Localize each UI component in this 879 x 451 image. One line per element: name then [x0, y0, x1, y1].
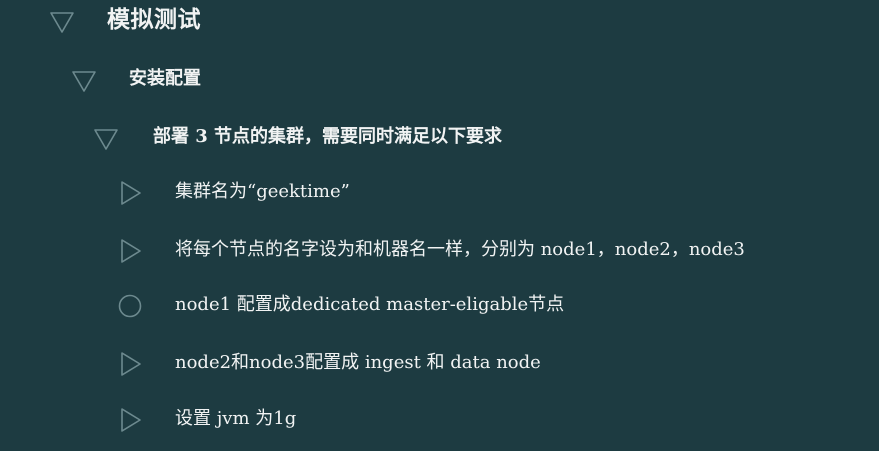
triangle-down-icon[interactable] [48, 8, 76, 36]
circle-icon[interactable] [116, 292, 144, 320]
triangle-right-icon[interactable] [116, 406, 144, 434]
slide-outline: 模拟测试 安装配置 部署 3 节点的集群，需要同时满足以下要求 集群名为“gee… [0, 0, 879, 446]
requirement-text: 将每个节点的名字设为和机器名一样，分别为 node1，node2，node3 [175, 239, 745, 260]
slide-title: 模拟测试 [107, 6, 201, 33]
requirement-text: node2和node3配置成 ingest 和 data node [175, 352, 541, 373]
requirement-text: 集群名为“geektime” [175, 181, 350, 202]
requirement-text: node1 配置成dedicated master-eligable节点 [175, 294, 565, 315]
triangle-right-icon[interactable] [116, 237, 144, 265]
triangle-right-icon[interactable] [116, 350, 144, 378]
subsection-heading: 部署 3 节点的集群，需要同时满足以下要求 [153, 126, 503, 147]
triangle-down-icon[interactable] [92, 125, 120, 153]
triangle-down-icon[interactable] [70, 67, 98, 95]
triangle-right-icon[interactable] [116, 179, 144, 207]
requirement-text: 设置 jvm 为1g [175, 408, 297, 429]
section-heading: 安装配置 [129, 68, 201, 89]
